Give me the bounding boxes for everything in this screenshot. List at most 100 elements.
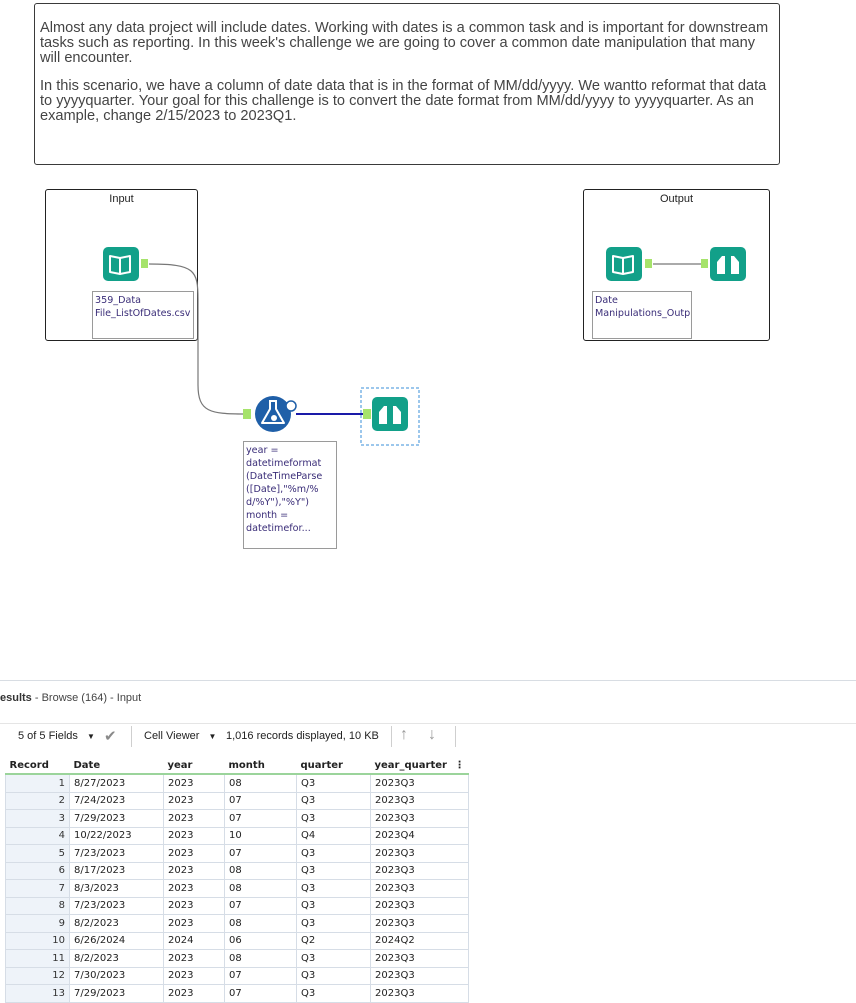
cell-quarter[interactable]: Q3: [296, 809, 371, 828]
table-row[interactable]: 13 7/29/2023 2023 07 Q3 2023Q3: [5, 984, 469, 1003]
cell-record[interactable]: 11: [5, 949, 70, 968]
cell-quarter[interactable]: Q3: [296, 949, 371, 968]
cell-viewer-dropdown[interactable]: Cell Viewer ▼: [144, 730, 216, 742]
cell-record[interactable]: 1: [5, 773, 70, 793]
table-row[interactable]: 8 7/23/2023 2023 07 Q3 2023Q3: [5, 896, 469, 915]
table-row[interactable]: 7 8/3/2023 2023 08 Q3 2023Q3: [5, 879, 469, 898]
formula-tool-label[interactable]: year = datetimeformat (DateTimeParse ([D…: [243, 441, 337, 549]
cell-quarter[interactable]: Q4: [296, 826, 371, 845]
column-header-quarter[interactable]: quarter: [296, 758, 371, 775]
cell-year[interactable]: 2023: [163, 844, 225, 863]
column-header-year[interactable]: year: [163, 758, 225, 775]
cell-month[interactable]: 07: [224, 844, 297, 863]
table-row[interactable]: 11 8/2/2023 2023 08 Q3 2023Q3: [5, 949, 469, 968]
table-row[interactable]: 5 7/23/2023 2023 07 Q3 2023Q3: [5, 844, 469, 863]
cell-date[interactable]: 8/3/2023: [69, 879, 164, 898]
cell-record[interactable]: 7: [5, 879, 70, 898]
cell-year-quarter[interactable]: 2023Q3: [370, 984, 469, 1003]
cell-year[interactable]: 2023: [163, 984, 225, 1003]
table-row[interactable]: 10 6/26/2024 2024 06 Q2 2024Q2: [5, 931, 469, 950]
cell-month[interactable]: 07: [224, 984, 297, 1003]
table-row[interactable]: 2 7/24/2023 2023 07 Q3 2023Q3: [5, 791, 469, 810]
cell-record[interactable]: 10: [5, 931, 70, 950]
cell-month[interactable]: 07: [224, 809, 297, 828]
cell-month[interactable]: 06: [224, 931, 297, 950]
table-row[interactable]: 12 7/30/2023 2023 07 Q3 2023Q3: [5, 966, 469, 985]
cell-month[interactable]: 08: [224, 914, 297, 933]
cell-month[interactable]: 08: [224, 861, 297, 880]
cell-year-quarter[interactable]: 2023Q3: [370, 861, 469, 880]
column-header-date[interactable]: Date: [69, 758, 164, 775]
cell-record[interactable]: 6: [5, 861, 70, 880]
cell-month[interactable]: 10: [224, 826, 297, 845]
cell-date[interactable]: 7/30/2023: [69, 966, 164, 985]
cell-quarter[interactable]: Q3: [296, 879, 371, 898]
cell-year-quarter[interactable]: 2023Q3: [370, 949, 469, 968]
cell-record[interactable]: 3: [5, 809, 70, 828]
cell-date[interactable]: 7/29/2023: [69, 984, 164, 1003]
cell-date[interactable]: 8/27/2023: [69, 773, 164, 793]
cell-quarter[interactable]: Q2: [296, 931, 371, 950]
cell-date[interactable]: 10/22/2023: [69, 826, 164, 845]
cell-year[interactable]: 2023: [163, 949, 225, 968]
cell-year[interactable]: 2023: [163, 773, 225, 793]
cell-year-quarter[interactable]: 2023Q3: [370, 809, 469, 828]
cell-quarter[interactable]: Q3: [296, 861, 371, 880]
cell-month[interactable]: 07: [224, 896, 297, 915]
cell-year-quarter[interactable]: 2023Q4: [370, 826, 469, 845]
cell-month[interactable]: 08: [224, 773, 297, 793]
column-header-month[interactable]: month: [224, 758, 297, 775]
cell-date[interactable]: 6/26/2024: [69, 931, 164, 950]
cell-quarter[interactable]: Q3: [296, 896, 371, 915]
cell-date[interactable]: 7/23/2023: [69, 896, 164, 915]
cell-year[interactable]: 2023: [163, 914, 225, 933]
cell-year-quarter[interactable]: 2023Q3: [370, 791, 469, 810]
checkmark-icon[interactable]: ✔: [104, 727, 117, 745]
fields-dropdown[interactable]: 5 of 5 Fields ▼: [18, 730, 95, 742]
cell-year-quarter[interactable]: 2023Q3: [370, 966, 469, 985]
arrow-down-icon[interactable]: ↓: [428, 726, 436, 744]
table-row[interactable]: 9 8/2/2023 2023 08 Q3 2023Q3: [5, 914, 469, 933]
cell-date[interactable]: 8/2/2023: [69, 949, 164, 968]
cell-date[interactable]: 8/17/2023: [69, 861, 164, 880]
cell-year-quarter[interactable]: 2023Q3: [370, 773, 469, 793]
cell-record[interactable]: 4: [5, 826, 70, 845]
table-row[interactable]: 1 8/27/2023 2023 08 Q3 2023Q3: [5, 773, 469, 793]
table-row[interactable]: 3 7/29/2023 2023 07 Q3 2023Q3: [5, 809, 469, 828]
cell-quarter[interactable]: Q3: [296, 773, 371, 793]
cell-record[interactable]: 8: [5, 896, 70, 915]
cell-year-quarter[interactable]: 2023Q3: [370, 896, 469, 915]
column-header-record[interactable]: Record: [5, 758, 70, 775]
cell-quarter[interactable]: Q3: [296, 914, 371, 933]
cell-year[interactable]: 2023: [163, 809, 225, 828]
table-row[interactable]: 4 10/22/2023 2023 10 Q4 2023Q4: [5, 826, 469, 845]
cell-quarter[interactable]: Q3: [296, 791, 371, 810]
cell-year-quarter[interactable]: 2023Q3: [370, 879, 469, 898]
cell-year[interactable]: 2023: [163, 879, 225, 898]
cell-month[interactable]: 08: [224, 949, 297, 968]
cell-year[interactable]: 2023: [163, 826, 225, 845]
cell-date[interactable]: 8/2/2023: [69, 914, 164, 933]
cell-record[interactable]: 9: [5, 914, 70, 933]
cell-date[interactable]: 7/24/2023: [69, 791, 164, 810]
cell-month[interactable]: 08: [224, 879, 297, 898]
cell-year-quarter[interactable]: 2023Q3: [370, 914, 469, 933]
cell-record[interactable]: 13: [5, 984, 70, 1003]
arrow-up-icon[interactable]: ↑: [400, 726, 408, 744]
cell-month[interactable]: 07: [224, 966, 297, 985]
cell-year[interactable]: 2024: [163, 931, 225, 950]
cell-quarter[interactable]: Q3: [296, 984, 371, 1003]
cell-record[interactable]: 2: [5, 791, 70, 810]
cell-date[interactable]: 7/23/2023: [69, 844, 164, 863]
cell-year-quarter[interactable]: 2024Q2: [370, 931, 469, 950]
cell-quarter[interactable]: Q3: [296, 844, 371, 863]
output-input-tool-label[interactable]: Date Manipulations_Output1.csv: [592, 291, 692, 339]
cell-year[interactable]: 2023: [163, 896, 225, 915]
cell-year[interactable]: 2023: [163, 861, 225, 880]
cell-record[interactable]: 12: [5, 966, 70, 985]
cell-date[interactable]: 7/29/2023: [69, 809, 164, 828]
cell-year[interactable]: 2023: [163, 966, 225, 985]
cell-quarter[interactable]: Q3: [296, 966, 371, 985]
column-header-year-quarter[interactable]: year_quarter ⋮: [370, 758, 469, 775]
table-row[interactable]: 6 8/17/2023 2023 08 Q3 2023Q3: [5, 861, 469, 880]
